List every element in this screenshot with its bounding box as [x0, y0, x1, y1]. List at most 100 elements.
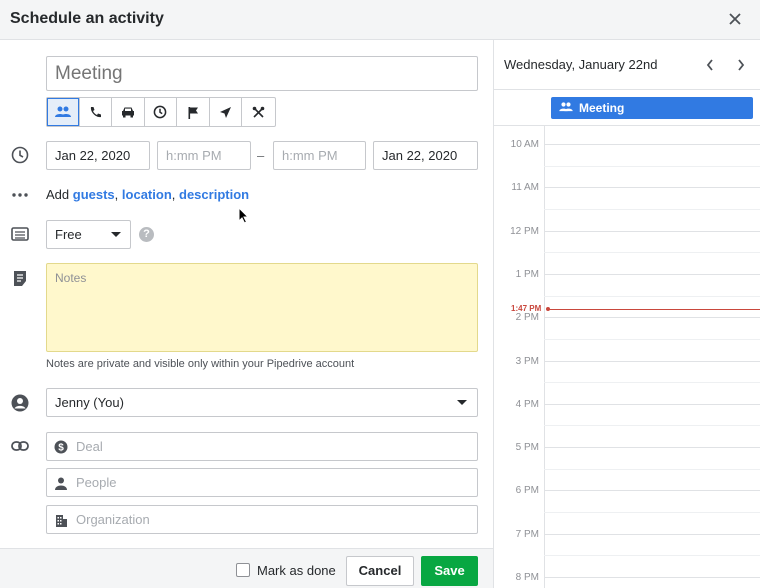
- current-time-line: [548, 308, 760, 310]
- meeting-type-icon[interactable]: [47, 98, 80, 126]
- dialog-title: Schedule an activity: [10, 10, 164, 27]
- hour-label: 11 AM: [511, 182, 539, 194]
- link-icon: [10, 436, 30, 456]
- flag-type-icon[interactable]: [177, 98, 210, 126]
- car-type-icon[interactable]: [112, 98, 145, 126]
- activity-type-selector: [46, 97, 276, 127]
- hour-label: 4 PM: [515, 398, 539, 410]
- hour-label: 12 PM: [510, 225, 539, 237]
- half-hour-line: [544, 252, 760, 254]
- svg-text:$: $: [58, 443, 64, 454]
- calendar-grid: 10 AM 11 AM 12 PM 1 PM 2 PM 3 PM 4 PM 5 PM 6 PM 7…: [494, 126, 760, 588]
- more-icon: [10, 185, 30, 205]
- end-time-input[interactable]: h:mm PM: [273, 141, 366, 170]
- half-hour-line: [544, 512, 760, 514]
- add-label: Add: [46, 187, 70, 202]
- note-icon: [10, 268, 30, 288]
- end-date-input[interactable]: Jan 22, 2020: [373, 141, 478, 170]
- notes-textarea[interactable]: Notes: [46, 263, 478, 352]
- hour-label: 7 PM: [515, 528, 539, 540]
- send-type-icon[interactable]: [210, 98, 242, 126]
- comma-separator: ,: [114, 187, 119, 202]
- hour-label: 5 PM: [515, 442, 539, 454]
- organization-field[interactable]: Organization: [46, 505, 478, 534]
- notes-placeholder: Notes: [55, 271, 87, 285]
- clock-type-icon[interactable]: [145, 98, 177, 126]
- all-day-row: Meeting: [494, 90, 760, 126]
- hour-label: 6 PM: [515, 485, 539, 497]
- save-button[interactable]: Save: [421, 556, 478, 586]
- cancel-button[interactable]: Cancel: [346, 556, 414, 586]
- chevron-left-icon[interactable]: [701, 56, 719, 74]
- hour-line: [544, 317, 760, 319]
- chevron-right-icon[interactable]: [732, 56, 750, 74]
- activity-form: Jan 22, 2020 h:mm PM – h:mm PM Jan 22, 2…: [0, 40, 493, 548]
- add-guests-link[interactable]: guests: [73, 187, 115, 202]
- people-field[interactable]: People: [46, 468, 478, 497]
- chevron-down-icon: [111, 232, 121, 237]
- chevron-down-icon: [457, 400, 467, 405]
- hour-line: [544, 230, 760, 232]
- add-details-line: Add guests, location, description: [46, 187, 249, 202]
- time-axis-divider: [544, 126, 545, 588]
- dollar-icon: $: [54, 440, 68, 454]
- busy-status-icon: [10, 224, 30, 244]
- calendar-event[interactable]: Meeting: [551, 97, 753, 119]
- deal-field[interactable]: $ Deal: [46, 432, 478, 461]
- event-title: Meeting: [579, 101, 625, 115]
- calendar-panel: Wednesday, January 22nd Meeting 10 AM 11 …: [493, 40, 760, 588]
- time-separator: –: [257, 148, 265, 163]
- mark-as-done-checkbox[interactable]: [236, 563, 250, 577]
- building-icon: [54, 513, 68, 527]
- half-hour-line: [544, 555, 760, 557]
- hour-line: [544, 533, 760, 535]
- clock-icon: [10, 145, 30, 165]
- owner-value: Jenny (You): [55, 395, 124, 410]
- hour-line: [544, 447, 760, 449]
- busy-status-select[interactable]: Free: [46, 220, 131, 249]
- mouse-cursor-icon: [238, 206, 250, 227]
- hour-line: [544, 577, 760, 578]
- calendar-date: Wednesday, January 22nd: [504, 57, 658, 72]
- user-icon: [10, 393, 30, 413]
- hour-line: [544, 490, 760, 492]
- hour-line: [544, 273, 760, 275]
- meeting-icon: [559, 97, 573, 119]
- deal-placeholder: Deal: [76, 439, 103, 454]
- hour-line: [544, 144, 760, 145]
- comma-separator: ,: [171, 187, 176, 202]
- current-time-dot: [546, 307, 550, 312]
- start-date-input[interactable]: Jan 22, 2020: [46, 141, 150, 170]
- close-icon[interactable]: [724, 8, 746, 30]
- call-type-icon[interactable]: [80, 98, 112, 126]
- calendar-header: Wednesday, January 22nd: [494, 40, 760, 90]
- hour-label: 1 PM: [515, 268, 539, 280]
- help-icon[interactable]: ?: [139, 227, 154, 242]
- owner-select[interactable]: Jenny (You): [46, 388, 478, 417]
- lunch-type-icon[interactable]: [242, 98, 275, 126]
- people-placeholder: People: [76, 475, 117, 490]
- mark-as-done-label[interactable]: Mark as done: [257, 563, 336, 578]
- hour-label: 3 PM: [515, 355, 539, 367]
- start-time-input[interactable]: h:mm PM: [157, 141, 251, 170]
- subject-input[interactable]: [46, 56, 478, 91]
- half-hour-line: [544, 382, 760, 384]
- hour-line: [544, 403, 760, 405]
- half-hour-line: [544, 295, 760, 297]
- person-icon: [54, 476, 68, 490]
- hour-label: 2 PM: [515, 312, 539, 324]
- dialog-header: Schedule an activity: [0, 0, 760, 40]
- half-hour-line: [544, 425, 760, 427]
- half-hour-line: [544, 208, 760, 210]
- hour-line: [544, 360, 760, 362]
- half-hour-line: [544, 338, 760, 340]
- notes-hint: Notes are private and visible only withi…: [46, 358, 355, 370]
- add-description-link[interactable]: description: [179, 187, 249, 202]
- hour-line: [544, 187, 760, 189]
- hour-label: 10 AM: [510, 139, 539, 150]
- hour-label: 8 PM: [515, 572, 539, 583]
- half-hour-line: [544, 468, 760, 470]
- current-time-label: 1:47 PM: [510, 303, 543, 313]
- organization-placeholder: Organization: [76, 512, 150, 527]
- add-location-link[interactable]: location: [122, 187, 172, 202]
